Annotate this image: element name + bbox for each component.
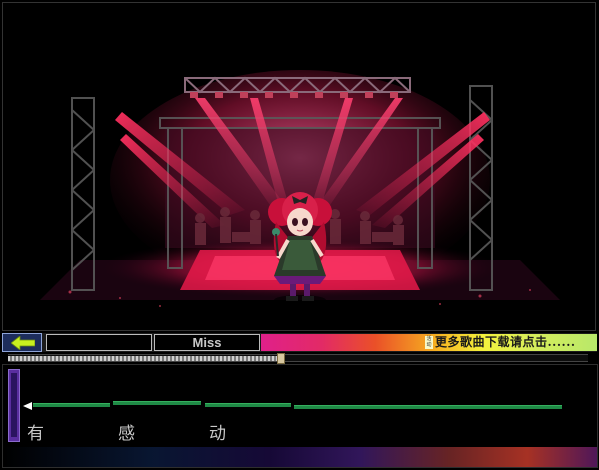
judgement-display: Miss bbox=[154, 334, 260, 351]
score-display bbox=[46, 334, 152, 351]
lyric-char: 感 bbox=[118, 424, 135, 444]
stage-scene bbox=[0, 0, 599, 333]
song-progress-bar[interactable] bbox=[8, 353, 588, 364]
back-button[interactable] bbox=[2, 333, 42, 352]
ad-badge: 活动 bbox=[425, 336, 433, 349]
note-bar bbox=[205, 403, 291, 407]
note-bar bbox=[294, 405, 562, 409]
lyric-char: 有 bbox=[27, 424, 44, 444]
hud-top-bar: Miss 活动 更多歌曲下载请点击...... bbox=[2, 333, 597, 352]
song-progress-handle[interactable] bbox=[277, 353, 285, 364]
pitch-meter bbox=[8, 369, 20, 442]
bottom-glow-strip bbox=[3, 447, 597, 467]
game-hud: Miss 活动 更多歌曲下载请点击...... 有 感 动 bbox=[0, 333, 599, 470]
song-download-banner[interactable]: 活动 更多歌曲下载请点击...... bbox=[261, 334, 597, 351]
pitch-cursor-icon bbox=[23, 402, 32, 410]
song-progress-fill bbox=[8, 356, 281, 361]
lyric-note-panel: 有 感 动 bbox=[2, 364, 598, 468]
note-bar bbox=[33, 403, 110, 407]
ad-text: 更多歌曲下载请点击...... bbox=[435, 335, 576, 349]
lyric-char: 动 bbox=[209, 424, 226, 444]
note-bar bbox=[113, 401, 201, 405]
arrow-left-icon bbox=[11, 336, 35, 350]
stage-frame-border bbox=[2, 2, 596, 331]
